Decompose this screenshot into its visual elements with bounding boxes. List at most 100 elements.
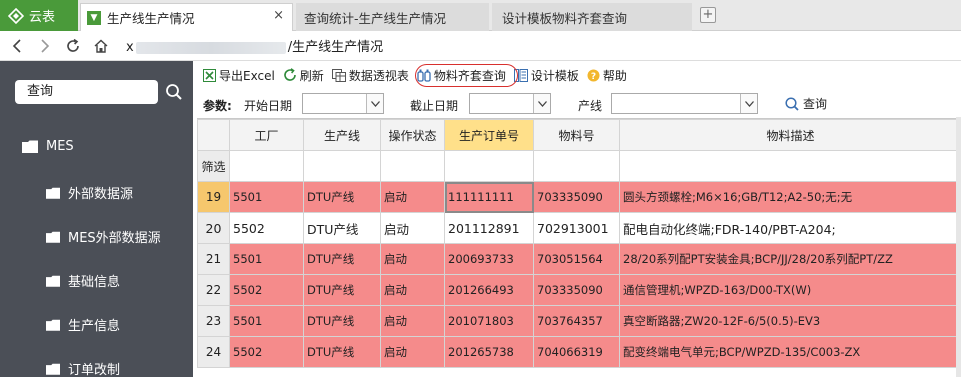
table-row[interactable]: 21 5501 DTU产线 启动 200693733 703051564 28/… [197, 243, 961, 275]
sidebar-item-external-source[interactable]: 外部数据源 [46, 183, 133, 202]
brand-button[interactable]: 云表 [0, 0, 78, 31]
design-template-label: 设计模板 [530, 68, 579, 83]
search-icon[interactable] [165, 83, 183, 101]
cell-description[interactable]: 通信管理机;WPZD-163/D00-TX(W) [619, 274, 961, 306]
table-row[interactable]: 22 5502 DTU产线 启动 201266493 703335090 通信管… [197, 274, 961, 306]
cell-material[interactable]: 703051564 [533, 243, 620, 275]
back-icon[interactable] [6, 35, 28, 57]
chevron-down-icon[interactable] [740, 94, 757, 113]
column-header-material[interactable]: 物料号 [533, 119, 620, 151]
column-header-factory[interactable]: 工厂 [229, 119, 304, 151]
sidebar-item-production-info[interactable]: 生产信息 [46, 315, 120, 334]
cell-description[interactable]: 配电自动化终端;FDR-140/PBT-A204; [619, 212, 961, 244]
row-number[interactable]: 22 [197, 274, 230, 306]
pivot-table-button[interactable]: 数据透视表 [331, 67, 409, 84]
filter-cell[interactable] [229, 150, 304, 182]
line-combo[interactable] [611, 93, 758, 114]
cell-material[interactable]: 704066319 [533, 336, 620, 368]
chevron-down-icon[interactable]: ▼ [87, 10, 101, 25]
search-icon [785, 96, 799, 111]
cell-line[interactable]: DTU产线 [303, 336, 381, 368]
table-row[interactable]: 24 5502 DTU产线 启动 201265738 704066319 配变终… [197, 336, 961, 368]
cell-line[interactable]: DTU产线 [303, 305, 381, 337]
table-row[interactable]: 23 5501 DTU产线 启动 201071803 703764357 真空断… [197, 305, 961, 337]
cell-order[interactable]: 201266493 [444, 274, 534, 306]
cell-factory[interactable]: 5501 [229, 243, 304, 275]
sidebar-item-mes[interactable]: MES [22, 139, 74, 154]
filter-cell[interactable] [444, 150, 534, 182]
folder-icon [46, 319, 60, 331]
cell-order[interactable]: 201071803 [444, 305, 534, 337]
cell-description[interactable]: 28/20系列配PT安装金具;BCP/JJ/28/20系列配PT/ZZ [619, 243, 961, 275]
cell-material[interactable]: 703335090 [533, 274, 620, 306]
cell-order[interactable]: 111111111 [444, 181, 534, 213]
export-excel-button[interactable]: 导出Excel [203, 67, 275, 84]
start-date-combo[interactable] [302, 93, 384, 114]
close-icon[interactable]: × [273, 8, 284, 23]
cell-line[interactable]: DTU产线 [303, 274, 381, 306]
query-button[interactable]: 查询 [785, 95, 827, 112]
cell-order[interactable]: 201112891 [444, 212, 534, 244]
refresh-icon[interactable] [62, 35, 84, 57]
chevron-down-icon[interactable] [366, 94, 383, 113]
row-number[interactable]: 21 [197, 243, 230, 275]
help-button[interactable]: ? 帮助 [587, 67, 627, 84]
cell-description[interactable]: 真空断路器;ZW20-12F-6/5(0.5)-EV3 [619, 305, 961, 337]
table-row[interactable]: 20 5502 DTU产线 启动 201112891 702913001 配电自… [197, 212, 961, 244]
corner-cell[interactable] [197, 119, 230, 151]
sidebar-item-mes-external-source[interactable]: MES外部数据源 [46, 227, 161, 246]
cell-description[interactable]: 圆头方颈螺栓;M6×16;GB/T12;A2-50;无;无 [619, 181, 961, 213]
filter-cell[interactable] [533, 150, 620, 182]
tab-design-template[interactable]: 设计模板物料齐套查询 [492, 3, 692, 31]
cell-status[interactable]: 启动 [380, 336, 445, 368]
cell-order[interactable]: 200693733 [444, 243, 534, 275]
cell-status[interactable]: 启动 [380, 274, 445, 306]
row-number[interactable]: 19 [197, 181, 230, 213]
cell-status[interactable]: 启动 [380, 212, 445, 244]
cell-line[interactable]: DTU产线 [303, 243, 381, 275]
cell-factory[interactable]: 5501 [229, 305, 304, 337]
home-icon[interactable] [90, 35, 112, 57]
add-tab-button[interactable]: + [700, 7, 716, 23]
cell-status[interactable]: 启动 [380, 243, 445, 275]
table-row[interactable]: 19 5501 DTU产线 启动 111111111 703335090 圆头方… [197, 181, 961, 213]
cell-status[interactable]: 启动 [380, 181, 445, 213]
tab-production-line[interactable]: ▼ 生产线生产情况 × [80, 3, 293, 31]
kit-query-button[interactable]: 物料齐套查询 [417, 67, 506, 84]
column-header-status[interactable]: 操作状态 [380, 119, 445, 151]
column-header-order[interactable]: 生产订单号 [444, 119, 534, 151]
cell-factory[interactable]: 5502 [229, 212, 304, 244]
row-number[interactable]: 20 [197, 212, 230, 244]
refresh-button[interactable]: 刷新 [283, 67, 324, 84]
row-number[interactable]: 24 [197, 336, 230, 368]
design-template-button[interactable]: 设计模板 [513, 67, 579, 84]
cell-order[interactable]: 201265738 [444, 336, 534, 368]
cell-material[interactable]: 702913001 [533, 212, 620, 244]
chevron-down-icon[interactable] [533, 94, 550, 113]
filter-cell[interactable] [619, 150, 961, 182]
scrollbar[interactable] [956, 117, 961, 377]
sidebar-search-input[interactable]: 查询 [15, 80, 158, 104]
forward-icon[interactable] [34, 35, 56, 57]
cell-line[interactable]: DTU产线 [303, 181, 381, 213]
column-header-description[interactable]: 物料描述 [619, 119, 961, 151]
row-number[interactable]: 23 [197, 305, 230, 337]
column-header-line[interactable]: 生产线 [303, 119, 381, 151]
cell-description[interactable]: 配变终端电气单元;BCP/WPZD-135/C003-ZX [619, 336, 961, 368]
filter-cell[interactable] [380, 150, 445, 182]
end-date-combo[interactable] [469, 93, 551, 114]
cell-factory[interactable]: 5501 [229, 181, 304, 213]
tab-query-stats[interactable]: 查询统计-生产线生产情况 [296, 3, 489, 31]
cell-factory[interactable]: 5502 [229, 336, 304, 368]
cell-material[interactable]: 703335090 [533, 181, 620, 213]
filter-cell[interactable] [303, 150, 381, 182]
sidebar-item-basic-info[interactable]: 基础信息 [46, 271, 120, 290]
sidebar-item-label: MES外部数据源 [68, 231, 161, 246]
sidebar-item-order-change[interactable]: 订单改制 [46, 359, 120, 377]
url-field[interactable]: x/生产线生产情况 [126, 36, 383, 55]
folder-icon [22, 140, 38, 153]
cell-factory[interactable]: 5502 [229, 274, 304, 306]
cell-line[interactable]: DTU产线 [303, 212, 381, 244]
cell-status[interactable]: 启动 [380, 305, 445, 337]
cell-material[interactable]: 703764357 [533, 305, 620, 337]
